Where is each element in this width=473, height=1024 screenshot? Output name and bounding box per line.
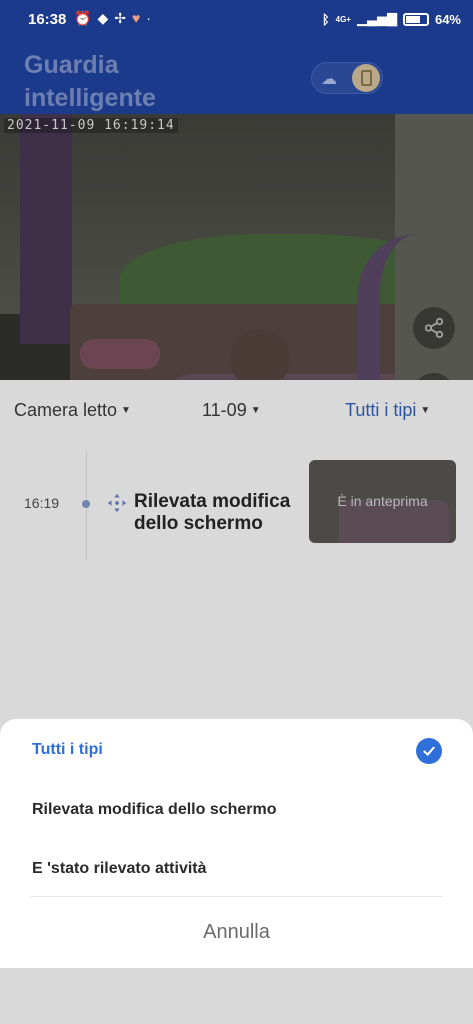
phone-icon xyxy=(361,70,372,86)
cancel-button[interactable]: Annulla xyxy=(0,921,473,944)
check-icon xyxy=(416,738,442,764)
date-filter-label: 11-09 xyxy=(202,400,247,420)
video-timestamp: 2021-11-09 16:19:14 xyxy=(4,118,178,133)
app-header: Guardia intelligente ☁ xyxy=(0,40,473,114)
scene-curtain xyxy=(20,114,72,344)
status-right: ᛒ 4G+ ▁▃▅▇ 64% xyxy=(322,11,461,27)
share-icon xyxy=(424,317,444,339)
signal-icon: ▁▃▅▇ xyxy=(356,11,397,26)
system-nav-bar xyxy=(0,968,473,1024)
divider xyxy=(30,896,443,897)
page-title: Guardia intelligente xyxy=(24,51,156,112)
option-screen-change[interactable]: Rilevata modifica dello schermo xyxy=(32,801,277,819)
dot-icon: · xyxy=(146,10,157,26)
event-thumbnail[interactable]: È in anteprima xyxy=(309,460,456,543)
status-time: 16:38 xyxy=(28,11,67,28)
alarm-icon: ⏰ xyxy=(74,10,98,26)
option-activity-detected[interactable]: E 'stato rilevato attività xyxy=(32,860,207,878)
caret-down-icon: ▼ xyxy=(250,405,261,416)
camera-preview[interactable]: 2021-11-09 16:19:14 xyxy=(0,114,473,380)
status-bar: 16:38 ⏰◆✢♥· ᛒ 4G+ ▁▃▅▇ 64% xyxy=(0,0,473,40)
option-all-types[interactable]: Tutti i tipi xyxy=(32,741,103,759)
type-filter[interactable]: Tutti i tipi ▼ xyxy=(345,400,430,421)
heart-icon: ♥ xyxy=(131,10,147,26)
caret-down-icon: ▼ xyxy=(420,405,431,416)
notification-icon: ◆ xyxy=(97,10,115,26)
event-type-sheet: Tutti i tipi Rilevata modifica dello sch… xyxy=(0,719,473,968)
cloud-icon: ☁ xyxy=(321,71,337,88)
timeline-dot xyxy=(82,500,90,508)
status-icons: ⏰◆✢♥· xyxy=(74,10,157,27)
scene-child xyxy=(230,329,290,380)
fan-icon: ✢ xyxy=(114,10,132,26)
thumbnail-label: È in anteprima xyxy=(337,493,428,509)
event-time: 16:19 xyxy=(24,495,60,511)
move-detection-icon xyxy=(107,493,127,513)
event-list: 16:19 Rilevata modifica dello schermo È … xyxy=(0,438,473,728)
date-filter[interactable]: 11-09 ▼ xyxy=(202,400,261,421)
scene-pillow xyxy=(80,339,160,369)
bluetooth-icon: ᛒ xyxy=(321,11,330,27)
camera-filter-label: Camera letto xyxy=(14,400,118,420)
share-button[interactable] xyxy=(413,307,455,349)
battery-icon xyxy=(402,12,429,26)
local-storage-knob xyxy=(352,64,380,92)
caret-down-icon: ▼ xyxy=(121,405,131,416)
cloud-local-toggle[interactable]: ☁ xyxy=(311,62,383,94)
network-type: 4G+ xyxy=(335,14,351,24)
filter-bar: Camera letto ▼ 11-09 ▼ Tutti i tipi ▼ xyxy=(0,380,473,438)
event-title[interactable]: Rilevata modifica dello schermo xyxy=(134,491,304,557)
type-filter-label: Tutti i tipi xyxy=(345,400,417,420)
battery-percentage: 64% xyxy=(434,11,461,27)
camera-filter[interactable]: Camera letto ▼ xyxy=(14,400,131,421)
